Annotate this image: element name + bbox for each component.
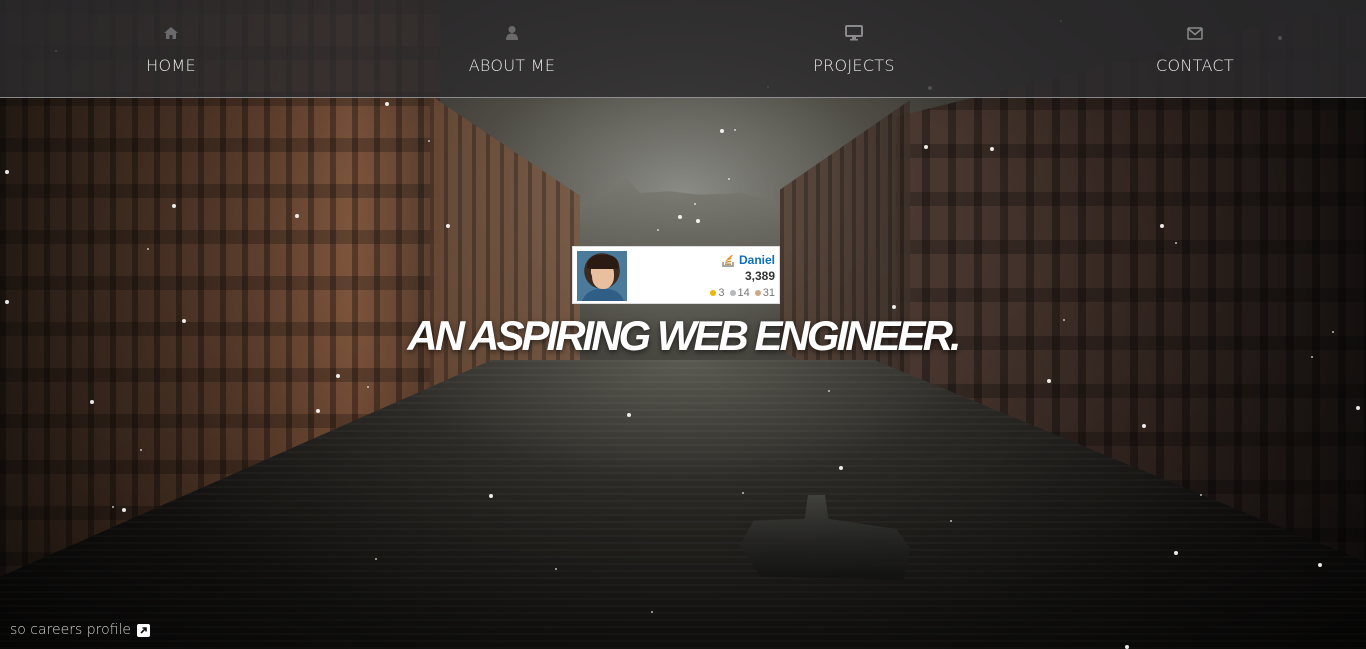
nav-item-projects[interactable]: PROJECTS — [754, 0, 954, 98]
particle — [1356, 406, 1360, 410]
particle — [112, 506, 114, 508]
gold-badge-icon — [710, 290, 717, 296]
particle — [122, 508, 126, 512]
particle — [147, 248, 149, 250]
particle — [489, 494, 493, 498]
nav-label-home: HOME — [146, 56, 196, 75]
flair-reputation: 3,389 — [744, 269, 775, 283]
avatar-shirt — [581, 289, 625, 301]
nav-label-projects: PROJECTS — [813, 56, 895, 75]
avatar-hair — [587, 255, 619, 269]
particle — [5, 300, 9, 304]
particle — [316, 409, 320, 413]
particle — [375, 558, 377, 560]
particle — [657, 229, 659, 231]
particle — [90, 400, 94, 404]
stackoverflow-logo-icon — [722, 253, 734, 267]
nav-item-about-me[interactable]: ABOUT ME — [412, 0, 612, 98]
hero-background: HOME ABOUT ME PROJECTS CONTACT Daniel 3,… — [0, 0, 1366, 649]
bronze-badge: 31 — [754, 287, 775, 299]
particle — [696, 219, 700, 223]
particle — [720, 129, 724, 133]
particle — [172, 204, 176, 208]
nav-item-home[interactable]: HOME — [71, 0, 271, 98]
stackoverflow-flair-card[interactable]: Daniel 3,389 3 14 31 — [572, 246, 780, 304]
hero-headline: AN ASPIRING WEB ENGINEER. — [407, 312, 961, 359]
user-icon — [503, 24, 521, 42]
particle — [1200, 494, 1202, 496]
flair-badges: 3 14 31 — [710, 287, 775, 299]
particle — [1142, 424, 1146, 428]
particle — [1174, 551, 1178, 555]
home-icon — [162, 24, 180, 42]
particle — [742, 492, 744, 494]
particle — [728, 178, 730, 180]
silver-badge: 14 — [729, 287, 750, 299]
silver-badge-count: 14 — [737, 287, 750, 299]
nav-item-contact[interactable]: CONTACT — [1095, 0, 1295, 98]
particle — [5, 170, 9, 174]
particle — [446, 224, 450, 228]
desktop-icon — [845, 24, 863, 42]
external-link-icon — [136, 623, 150, 637]
bronze-badge-count: 31 — [762, 287, 775, 299]
so-careers-profile-link[interactable]: so careers profile — [10, 622, 150, 638]
particle — [428, 140, 430, 142]
particle — [1125, 645, 1129, 649]
particle — [336, 374, 340, 378]
particle — [694, 203, 696, 205]
particle — [385, 102, 389, 106]
particle — [555, 568, 557, 570]
top-navbar: HOME ABOUT ME PROJECTS CONTACT — [0, 0, 1366, 98]
particle — [140, 449, 142, 451]
particle — [892, 305, 896, 309]
particle — [828, 390, 830, 392]
particle — [990, 147, 994, 151]
particle — [950, 520, 952, 522]
flair-username: Daniel — [738, 253, 775, 267]
nav-label-about-me: ABOUT ME — [468, 56, 556, 75]
silver-badge-icon — [729, 290, 736, 296]
particle — [295, 214, 299, 218]
particle — [367, 386, 369, 388]
nav-label-contact: CONTACT — [1156, 56, 1234, 75]
particle — [839, 466, 843, 470]
so-careers-profile-label: so careers profile — [10, 622, 131, 638]
envelope-icon — [1186, 24, 1204, 42]
bronze-badge-icon — [754, 290, 761, 296]
particle — [1318, 563, 1322, 567]
particle — [734, 129, 736, 131]
particle — [1175, 242, 1177, 244]
gold-badge: 3 — [710, 287, 725, 299]
particle — [651, 611, 653, 613]
particle — [924, 145, 928, 149]
particle — [1160, 224, 1164, 228]
particle — [627, 413, 631, 417]
particle — [678, 215, 682, 219]
avatar — [577, 251, 627, 301]
gold-badge-count: 3 — [718, 287, 725, 299]
particle — [1047, 379, 1051, 383]
flair-user-link[interactable]: Daniel — [722, 253, 775, 267]
